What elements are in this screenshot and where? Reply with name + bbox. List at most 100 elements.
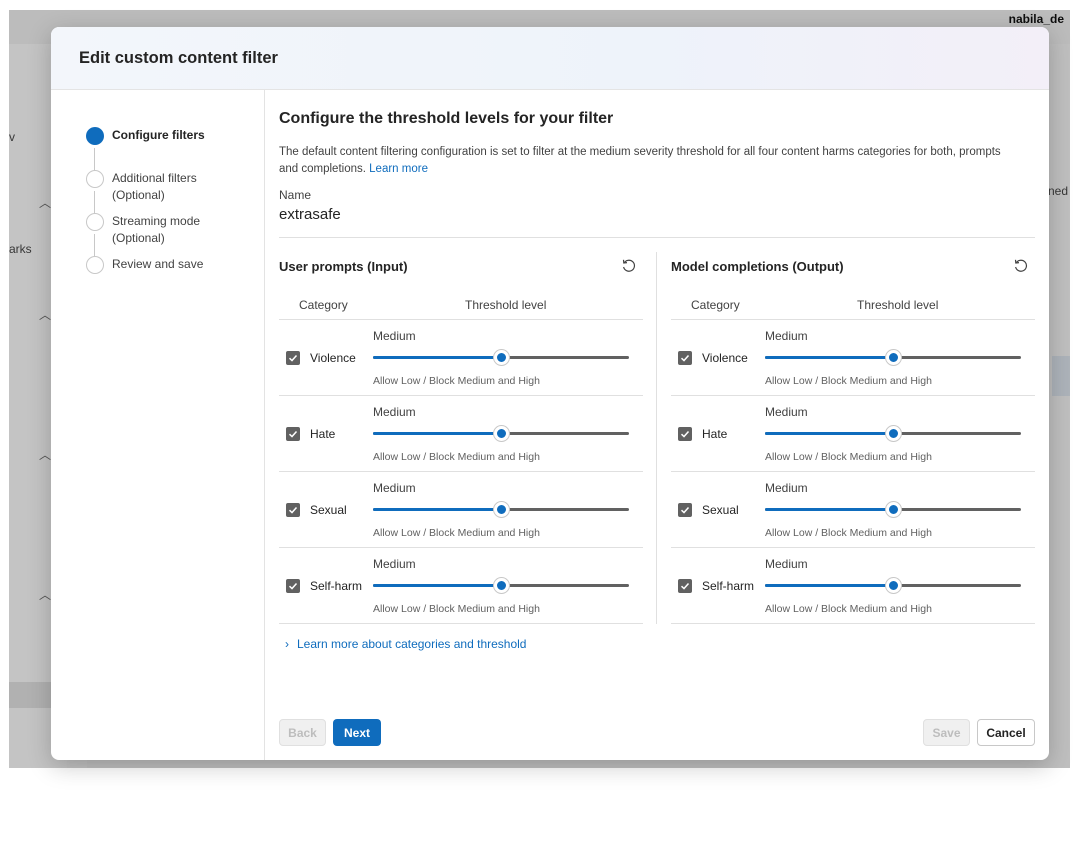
category-checkbox[interactable] <box>286 427 300 441</box>
step-label: Additional filters (Optional) <box>112 171 197 202</box>
step-label: Configure filters <box>112 128 205 142</box>
category-name: Hate <box>702 427 728 441</box>
category-checkbox[interactable] <box>678 503 692 517</box>
checkmark-icon <box>288 430 298 438</box>
step-indicator <box>86 170 104 188</box>
threshold-row: Violence Medium Allow Low / Block Medium… <box>279 320 643 396</box>
dialog-header: Edit custom content filter <box>51 27 1049 90</box>
column-header-category: Category <box>691 298 740 312</box>
slider-thumb[interactable] <box>886 578 901 593</box>
threshold-row: Violence Medium Allow Low / Block Medium… <box>671 320 1035 396</box>
threshold-hint: Allow Low / Block Medium and High <box>373 527 540 539</box>
slider-thumb[interactable] <box>886 350 901 365</box>
next-button[interactable]: Next <box>333 719 381 746</box>
threshold-level: Medium <box>373 481 416 495</box>
threshold-slider[interactable] <box>765 426 1021 441</box>
step-label: Streaming mode (Optional) <box>112 214 201 245</box>
threshold-level: Medium <box>765 405 808 419</box>
categories-threshold-link-label: Learn more about categories and threshol… <box>297 637 527 651</box>
category-checkbox[interactable] <box>678 579 692 593</box>
threshold-level: Medium <box>373 557 416 571</box>
threshold-hint: Allow Low / Block Medium and High <box>765 451 932 463</box>
category-name: Violence <box>702 351 748 365</box>
learn-more-link[interactable]: Learn more <box>369 163 428 175</box>
checkmark-icon <box>680 354 690 362</box>
model-completions-panel: Model completions (Output) Category Thre… <box>671 252 1035 632</box>
column-header-category: Category <box>299 298 348 312</box>
step-review-save[interactable]: Review and save <box>86 256 203 274</box>
category-name: Self-harm <box>310 579 363 593</box>
checkmark-icon <box>680 582 690 590</box>
back-button[interactable]: Back <box>279 719 326 746</box>
threshold-slider[interactable] <box>373 350 629 365</box>
checkmark-icon <box>680 430 690 438</box>
category-checkbox[interactable] <box>286 579 300 593</box>
category-name: Sexual <box>310 503 347 517</box>
slider-thumb[interactable] <box>494 350 509 365</box>
column-header-threshold: Threshold level <box>857 298 939 312</box>
step-streaming-mode[interactable]: Streaming mode (Optional) <box>86 213 212 247</box>
dialog-title: Edit custom content filter <box>79 48 278 67</box>
save-button[interactable]: Save <box>923 719 970 746</box>
threshold-slider[interactable] <box>765 502 1021 517</box>
slider-thumb[interactable] <box>494 426 509 441</box>
threshold-slider[interactable] <box>765 350 1021 365</box>
filter-name-value: extrasafe <box>279 206 341 223</box>
threshold-level: Medium <box>373 329 416 343</box>
threshold-level: Medium <box>765 481 808 495</box>
threshold-slider[interactable] <box>373 426 629 441</box>
column-header-threshold: Threshold level <box>465 298 547 312</box>
threshold-hint: Allow Low / Block Medium and High <box>373 375 540 387</box>
checkmark-icon <box>680 506 690 514</box>
name-label: Name <box>279 188 312 202</box>
threshold-row: Hate Medium Allow Low / Block Medium and… <box>279 396 643 472</box>
category-checkbox[interactable] <box>286 503 300 517</box>
threshold-level: Medium <box>765 557 808 571</box>
threshold-slider[interactable] <box>373 502 629 517</box>
step-indicator <box>86 213 104 231</box>
checkmark-icon <box>288 506 298 514</box>
user-prompts-panel: User prompts (Input) Category Threshold … <box>279 252 643 632</box>
threshold-slider[interactable] <box>373 578 629 593</box>
threshold-slider[interactable] <box>765 578 1021 593</box>
threshold-hint: Allow Low / Block Medium and High <box>373 451 540 463</box>
threshold-level: Medium <box>373 405 416 419</box>
threshold-hint: Allow Low / Block Medium and High <box>765 527 932 539</box>
section-divider <box>279 237 1035 238</box>
panel-separator <box>656 252 657 624</box>
threshold-row: Sexual Medium Allow Low / Block Medium a… <box>671 472 1035 548</box>
threshold-hint: Allow Low / Block Medium and High <box>765 375 932 387</box>
step-label: Review and save <box>112 257 204 271</box>
category-name: Violence <box>310 351 356 365</box>
category-checkbox[interactable] <box>286 351 300 365</box>
reset-icon[interactable] <box>621 258 637 274</box>
checkmark-icon <box>288 582 298 590</box>
edit-filter-dialog: Edit custom content filter Configure fil… <box>51 27 1049 760</box>
step-additional-filters[interactable]: Additional filters (Optional) <box>86 170 212 204</box>
category-name: Sexual <box>702 503 739 517</box>
section-description: The default content filtering configurat… <box>279 144 1019 178</box>
slider-thumb[interactable] <box>886 502 901 517</box>
category-checkbox[interactable] <box>678 351 692 365</box>
slider-thumb[interactable] <box>494 502 509 517</box>
category-name: Hate <box>310 427 336 441</box>
threshold-row: Sexual Medium Allow Low / Block Medium a… <box>279 472 643 548</box>
wizard-steps: Configure filters Additional filters (Op… <box>51 90 265 760</box>
category-name: Self-harm <box>702 579 755 593</box>
chevron-right-icon: › <box>285 637 289 651</box>
panel-title: Model completions (Output) <box>671 259 844 274</box>
categories-threshold-link[interactable]: › Learn more about categories and thresh… <box>285 637 526 651</box>
step-indicator <box>86 127 104 145</box>
step-indicator <box>86 256 104 274</box>
threshold-row: Self-harm Medium Allow Low / Block Mediu… <box>279 548 643 624</box>
checkmark-icon <box>288 354 298 362</box>
slider-thumb[interactable] <box>886 426 901 441</box>
slider-thumb[interactable] <box>494 578 509 593</box>
threshold-hint: Allow Low / Block Medium and High <box>765 603 932 615</box>
step-configure-filters[interactable]: Configure filters <box>86 127 205 145</box>
cancel-button[interactable]: Cancel <box>977 719 1035 746</box>
threshold-hint: Allow Low / Block Medium and High <box>373 603 540 615</box>
threshold-row: Self-harm Medium Allow Low / Block Mediu… <box>671 548 1035 624</box>
category-checkbox[interactable] <box>678 427 692 441</box>
reset-icon[interactable] <box>1013 258 1029 274</box>
